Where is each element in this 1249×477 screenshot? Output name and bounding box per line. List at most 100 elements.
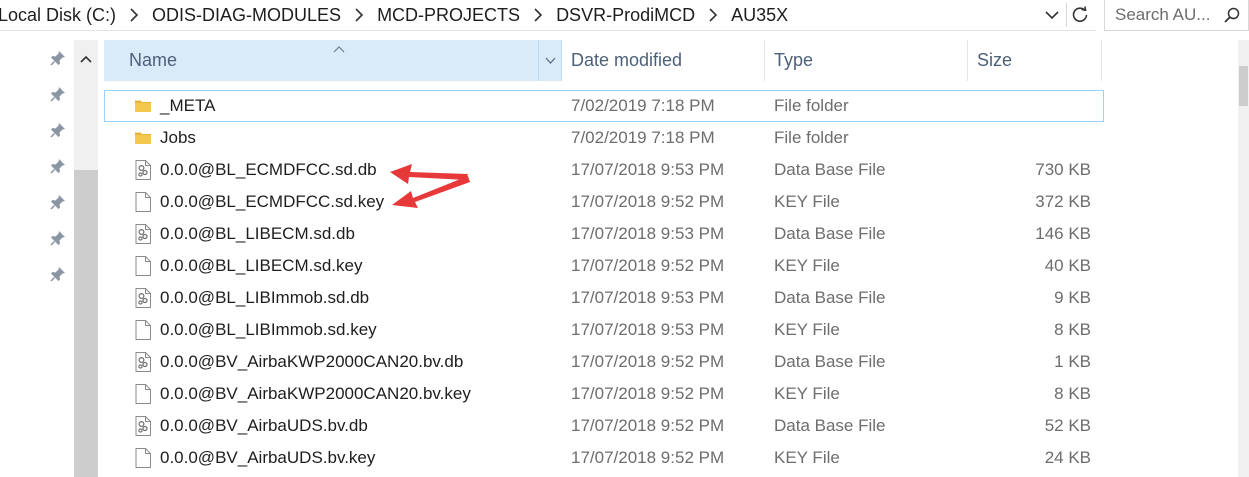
file-row[interactable]: _META 7/02/2019 7:18 PM File folder: [104, 90, 1104, 122]
file-name: 0.0.0@BL_LIBImmob.sd.key: [160, 320, 377, 339]
column-header-date-label: Date modified: [571, 50, 683, 70]
file-date-modified: 17/07/2018 9:52 PM: [571, 256, 725, 275]
chevron-right-icon[interactable]: [345, 6, 373, 24]
file-row[interactable]: 0.0.0@BV_AirbaKWP2000CAN20.bv.key 17/07/2…: [104, 378, 1104, 410]
pin-icon[interactable]: [50, 158, 66, 174]
pin-icon[interactable]: [50, 86, 66, 102]
file-row[interactable]: 0.0.0@BL_ECMDFCC.sd.key 17/07/2018 9:52 P…: [104, 186, 1104, 218]
db-file-icon: [133, 346, 153, 378]
pin-icon[interactable]: [50, 266, 66, 282]
file-date-modified: 7/02/2019 7:18 PM: [571, 96, 715, 115]
file-size: [968, 122, 1091, 154]
file-size: 9 KB: [1054, 288, 1091, 307]
file-row[interactable]: 0.0.0@BV_AirbaUDS.bv.key 17/07/2018 9:52 …: [104, 442, 1104, 474]
crumb-au35x[interactable]: AU35X: [727, 5, 792, 26]
scroll-up-icon[interactable]: [77, 50, 95, 68]
file-type: Data Base File: [774, 416, 886, 435]
column-header-name-label: Name: [129, 50, 178, 70]
file-size: 24 KB: [1044, 448, 1091, 467]
file-size: 40 KB: [1044, 256, 1091, 275]
red-arrow-annotation: [390, 164, 470, 208]
file-type: File folder: [774, 96, 849, 115]
file-row[interactable]: 0.0.0@BL_ECMDFCC.sd.db 17/07/2018 9:53 PM…: [104, 154, 1104, 186]
nav-scrollbar[interactable]: [74, 40, 98, 477]
file-list: Name Date modified Type Size _META 7/02/2…: [104, 40, 1238, 477]
nav-scroll-thumb[interactable]: [74, 170, 98, 477]
crumb-odis-diag-modules[interactable]: ODIS-DIAG-MODULES: [148, 5, 345, 26]
file-size: 372 KB: [1035, 192, 1091, 211]
crumb-dsvr-prodimcd[interactable]: DSVR-ProdiMCD: [552, 5, 699, 26]
file-date-modified: 17/07/2018 9:53 PM: [571, 224, 725, 243]
pin-icon[interactable]: [50, 122, 66, 138]
search-icon[interactable]: [1224, 7, 1240, 28]
column-header-date[interactable]: Date modified: [562, 40, 765, 81]
pin-icon[interactable]: [50, 230, 66, 246]
file-row[interactable]: 0.0.0@BV_AirbaKWP2000CAN20.bv.db 17/07/20…: [104, 346, 1104, 378]
refresh-icon[interactable]: [1066, 3, 1093, 27]
file-rows: _META 7/02/2019 7:18 PM File folder Jobs 7/0…: [104, 90, 1104, 474]
file-icon: [133, 314, 153, 346]
file-type: Data Base File: [774, 352, 886, 371]
file-icon: [133, 250, 153, 282]
file-date-modified: 17/07/2018 9:52 PM: [571, 192, 725, 211]
db-file-icon: [133, 218, 153, 250]
file-size: [968, 90, 1091, 122]
address-bar[interactable]: Local Disk (C:) ODIS-DIAG-MODULES MCD-PR…: [0, 0, 1096, 31]
file-date-modified: 7/02/2019 7:18 PM: [571, 128, 715, 147]
crumb-local-disk[interactable]: Local Disk (C:): [0, 5, 120, 26]
file-row[interactable]: 0.0.0@BL_LIBImmob.sd.db 17/07/2018 9:53 P…: [104, 282, 1104, 314]
column-header-size[interactable]: Size: [968, 40, 1102, 81]
file-name: 0.0.0@BV_AirbaKWP2000CAN20.bv.db: [160, 352, 464, 371]
file-icon: [133, 186, 153, 218]
vertical-scrollbar[interactable]: [1238, 40, 1249, 477]
chevron-right-icon[interactable]: [524, 6, 552, 24]
chevron-right-icon[interactable]: [699, 6, 727, 24]
file-type: File folder: [774, 128, 849, 147]
file-size: 146 KB: [1035, 224, 1091, 243]
file-name: 0.0.0@BV_AirbaKWP2000CAN20.bv.key: [160, 384, 471, 403]
file-type: KEY File: [774, 448, 840, 467]
vertical-scroll-thumb[interactable]: [1239, 66, 1248, 106]
chevron-down-icon[interactable]: [1042, 5, 1062, 25]
crumb-mcd-projects[interactable]: MCD-PROJECTS: [373, 5, 524, 26]
file-row[interactable]: 0.0.0@BL_LIBImmob.sd.key 17/07/2018 9:53 …: [104, 314, 1104, 346]
db-file-icon: [133, 282, 153, 314]
pin-icon[interactable]: [50, 50, 66, 66]
chevron-right-icon[interactable]: [120, 6, 148, 24]
column-header-name[interactable]: Name: [104, 40, 539, 81]
file-type: Data Base File: [774, 288, 886, 307]
file-row[interactable]: Jobs 7/02/2019 7:18 PM File folder: [104, 122, 1104, 154]
file-size: 52 KB: [1044, 416, 1091, 435]
file-size: 1 KB: [1054, 352, 1091, 371]
file-row[interactable]: 0.0.0@BV_AirbaUDS.bv.db 17/07/2018 9:52 P…: [104, 410, 1104, 442]
folder-icon: [133, 90, 153, 122]
file-date-modified: 17/07/2018 9:53 PM: [571, 320, 725, 339]
db-file-icon: [133, 410, 153, 442]
file-row[interactable]: 0.0.0@BL_LIBECM.sd.key 17/07/2018 9:52 PM…: [104, 250, 1104, 282]
search-input[interactable]: Search AU...: [1104, 0, 1249, 31]
column-header-type[interactable]: Type: [765, 40, 968, 81]
file-row[interactable]: 0.0.0@BL_LIBECM.sd.db 17/07/2018 9:53 PM D…: [104, 218, 1104, 250]
file-name: _META: [160, 96, 216, 115]
file-type: Data Base File: [774, 224, 886, 243]
file-size: 8 KB: [1054, 384, 1091, 403]
file-type: KEY File: [774, 384, 840, 403]
file-size: 730 KB: [1035, 160, 1091, 179]
file-date-modified: 17/07/2018 9:52 PM: [571, 416, 725, 435]
db-file-icon: [133, 154, 153, 186]
file-date-modified: 17/07/2018 9:52 PM: [571, 448, 725, 467]
pin-icon[interactable]: [50, 194, 66, 210]
breadcrumb: Local Disk (C:) ODIS-DIAG-MODULES MCD-PR…: [0, 0, 792, 30]
column-header-row: Name Date modified Type Size: [104, 40, 1104, 81]
file-name: 0.0.0@BL_ECMDFCC.sd.db: [160, 160, 377, 179]
chevron-down-icon: [545, 57, 555, 64]
file-icon: [133, 378, 153, 410]
file-date-modified: 17/07/2018 9:52 PM: [571, 384, 725, 403]
navigation-pane: [0, 32, 100, 477]
file-name: 0.0.0@BL_LIBECM.sd.key: [160, 256, 363, 275]
column-header-type-label: Type: [774, 50, 814, 70]
file-name: 0.0.0@BV_AirbaUDS.bv.key: [160, 448, 376, 467]
file-name: 0.0.0@BL_LIBECM.sd.db: [160, 224, 355, 243]
folder-icon: [133, 122, 153, 154]
column-filter-dropdown[interactable]: [539, 40, 562, 81]
